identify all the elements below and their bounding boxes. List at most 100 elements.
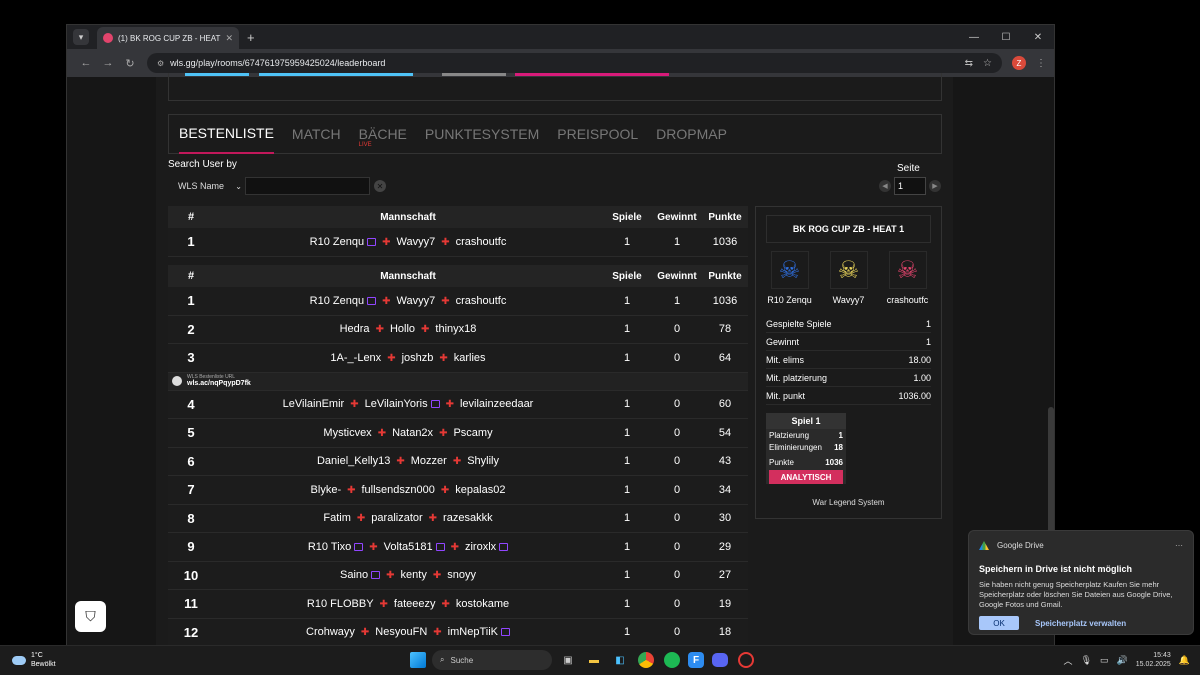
search-by-select[interactable]: WLS Name ⌄ <box>168 177 242 195</box>
new-tab-icon[interactable]: + <box>247 30 255 45</box>
next-page-icon[interactable]: ▶ <box>929 180 941 192</box>
tab-baeche[interactable]: BÄCHE LIVE <box>359 114 407 154</box>
translate-icon[interactable]: ⇆ <box>965 58 973 69</box>
spotify-icon[interactable] <box>662 650 682 670</box>
player-name[interactable]: Blyke- <box>311 484 342 496</box>
app-f-icon[interactable]: F <box>688 652 704 668</box>
twitch-icon[interactable] <box>500 628 510 637</box>
store-icon[interactable]: ◧ <box>610 650 630 670</box>
player-card[interactable]: ☠ Wavyy7 <box>821 251 877 305</box>
player-name[interactable]: Wavyy7 <box>396 236 435 248</box>
table-row[interactable]: 4 LeVilainEmir ✚ LeVilainYoris ✚ levilainzeed… <box>168 390 748 419</box>
tab-search-icon[interactable]: ▾ <box>73 29 89 45</box>
table-row[interactable]: 5 Mysticvex ✚ Natan2x ✚ Pscamy 1 0 54 <box>168 419 748 448</box>
player-name[interactable]: kepalas02 <box>455 484 505 496</box>
player-name[interactable]: kostokame <box>456 598 509 610</box>
player-name[interactable]: thinyx18 <box>435 323 476 335</box>
tab-close-icon[interactable]: ✕ <box>225 33 233 44</box>
table-row[interactable]: 1 R10 Zenqu ✚ Wavyy7 ✚ crashoutfc 1 1 1036 <box>168 228 748 257</box>
player-name[interactable]: Natan2x <box>392 427 433 439</box>
player-name[interactable]: Mysticvex <box>323 427 371 439</box>
player-name[interactable]: kenty <box>401 569 427 581</box>
twitch-icon[interactable] <box>354 542 364 551</box>
player-card[interactable]: ☠ R10 Zenqu <box>762 251 818 305</box>
page-input[interactable]: 1 <box>894 177 926 195</box>
player-name[interactable]: Fatim <box>323 512 351 524</box>
profile-avatar[interactable]: Z <box>1012 56 1026 70</box>
tab-preispool[interactable]: PREISPOOL <box>557 114 638 154</box>
reload-icon[interactable]: ↻ <box>119 57 141 70</box>
table-row[interactable]: 3 1A-_-Lenx ✚ joshzb ✚ karlies 1 0 64 <box>168 344 748 373</box>
weather-widget[interactable]: 1°C Bewölkt <box>12 651 56 669</box>
analytics-button[interactable]: ANALYTISCH <box>769 470 843 484</box>
close-window-icon[interactable]: ✕ <box>1022 32 1054 43</box>
player-name[interactable]: karlies <box>454 352 486 364</box>
discord-icon[interactable] <box>710 650 730 670</box>
display-icon[interactable]: ▭ <box>1100 655 1109 666</box>
player-name[interactable]: LeVilainYoris <box>365 398 428 410</box>
player-name[interactable]: levilainzeedaar <box>460 398 533 410</box>
windows-start-icon[interactable] <box>410 652 426 668</box>
player-name[interactable]: paralizator <box>371 512 422 524</box>
shield-icon[interactable]: ⛉ <box>75 601 106 632</box>
tab-bestenliste[interactable]: BESTENLISTE <box>179 114 274 154</box>
player-name[interactable]: LeVilainEmir <box>283 398 345 410</box>
player-name[interactable]: Daniel_Kelly13 <box>317 455 390 467</box>
notification-bell-icon[interactable]: 🔔 <box>1179 655 1190 666</box>
menu-kebab-icon[interactable]: ⋮ <box>1036 58 1046 69</box>
clear-search-icon[interactable]: ✕ <box>374 180 386 192</box>
forward-icon[interactable]: → <box>97 57 119 69</box>
bookmark-star-icon[interactable]: ☆ <box>983 58 992 69</box>
app-red-icon[interactable] <box>736 650 756 670</box>
player-name[interactable]: Pscamy <box>453 427 492 439</box>
player-name[interactable]: snoyy <box>447 569 476 581</box>
tab-dropmap[interactable]: DROPMAP <box>656 114 727 154</box>
table-row[interactable]: 12 Crohwayy ✚ NesyouFN ✚ imNepTiiK 1 0 18 <box>168 618 748 647</box>
player-name[interactable]: Hedra <box>340 323 370 335</box>
player-card[interactable]: ☠ crashoutfc <box>880 251 936 305</box>
player-name[interactable]: Volta5181 <box>384 541 433 553</box>
ok-button[interactable]: OK <box>979 616 1019 630</box>
maximize-icon[interactable]: ☐ <box>990 32 1022 43</box>
site-info-icon[interactable]: ⚙ <box>157 59 164 68</box>
taskbar-search[interactable]: ⌕ Suche <box>432 650 552 670</box>
player-name[interactable]: R10 Tixo <box>308 541 351 553</box>
table-row[interactable]: 11 R10 FLOBBY ✚ fateeezy ✚ kostokame 1 0 19 <box>168 590 748 619</box>
chrome-icon[interactable] <box>636 650 656 670</box>
twitch-icon[interactable] <box>367 237 377 246</box>
leaderboard-url-banner[interactable]: WLS Bestenliste URL wls.ac/nqPqypD7fk <box>168 372 748 391</box>
player-name[interactable]: Saino <box>340 569 368 581</box>
more-options-icon[interactable]: ⋯ <box>1175 541 1183 550</box>
player-name[interactable]: Crohwayy <box>306 626 355 638</box>
tab-punktesystem[interactable]: PUNKTESYSTEM <box>425 114 539 154</box>
twitch-icon[interactable] <box>499 542 509 551</box>
player-name[interactable]: R10 FLOBBY <box>307 598 374 610</box>
browser-tab[interactable]: (1) BK ROG CUP ZB - HEAT 1 - W ✕ <box>97 27 239 49</box>
file-explorer-icon[interactable]: ▬ <box>584 650 604 670</box>
player-name[interactable]: fullsendszn000 <box>362 484 435 496</box>
table-row[interactable]: 2 Hedra ✚ Hollo ✚ thinyx18 1 0 78 <box>168 315 748 344</box>
minimize-icon[interactable]: — <box>958 32 990 43</box>
twitch-icon[interactable] <box>371 571 381 580</box>
player-name[interactable]: Mozzer <box>411 455 447 467</box>
player-name[interactable]: NesyouFN <box>375 626 427 638</box>
manage-storage-link[interactable]: Speicherplatz verwalten <box>1035 619 1126 628</box>
player-name[interactable]: ziroxlx <box>465 541 496 553</box>
player-name[interactable]: 1A-_-Lenx <box>330 352 381 364</box>
table-row[interactable]: 8 Fatim ✚ paralizator ✚ razesakkk 1 0 30 <box>168 504 748 533</box>
search-input[interactable] <box>245 177 370 195</box>
player-name[interactable]: imNepTiiK <box>448 626 498 638</box>
player-name[interactable]: crashoutfc <box>456 236 507 248</box>
player-name[interactable]: razesakkk <box>443 512 493 524</box>
table-row[interactable]: 7 Blyke- ✚ fullsendszn000 ✚ kepalas02 1 0 34 <box>168 476 748 505</box>
table-row[interactable]: 6 Daniel_Kelly13 ✚ Mozzer ✚ Shylily 1 0 43 <box>168 447 748 476</box>
twitch-icon[interactable] <box>435 542 445 551</box>
table-row[interactable]: 1 R10 Zenqu ✚ Wavyy7 ✚ crashoutfc 1 1 1036 <box>168 287 748 316</box>
tray-chevron-icon[interactable]: ︿ <box>1064 654 1073 667</box>
url-field[interactable]: ⚙ wls.gg/play/rooms/674761975959425024/l… <box>147 53 1002 73</box>
table-row[interactable]: 9 R10 Tixo ✚ Volta5181 ✚ ziroxlx 1 0 29 <box>168 533 748 562</box>
player-name[interactable]: fateeezy <box>394 598 436 610</box>
player-name[interactable]: crashoutfc <box>456 295 507 307</box>
player-name[interactable]: Shylily <box>467 455 499 467</box>
leaderboard-url-link[interactable]: wls.ac/nqPqypD7fk <box>187 380 251 388</box>
